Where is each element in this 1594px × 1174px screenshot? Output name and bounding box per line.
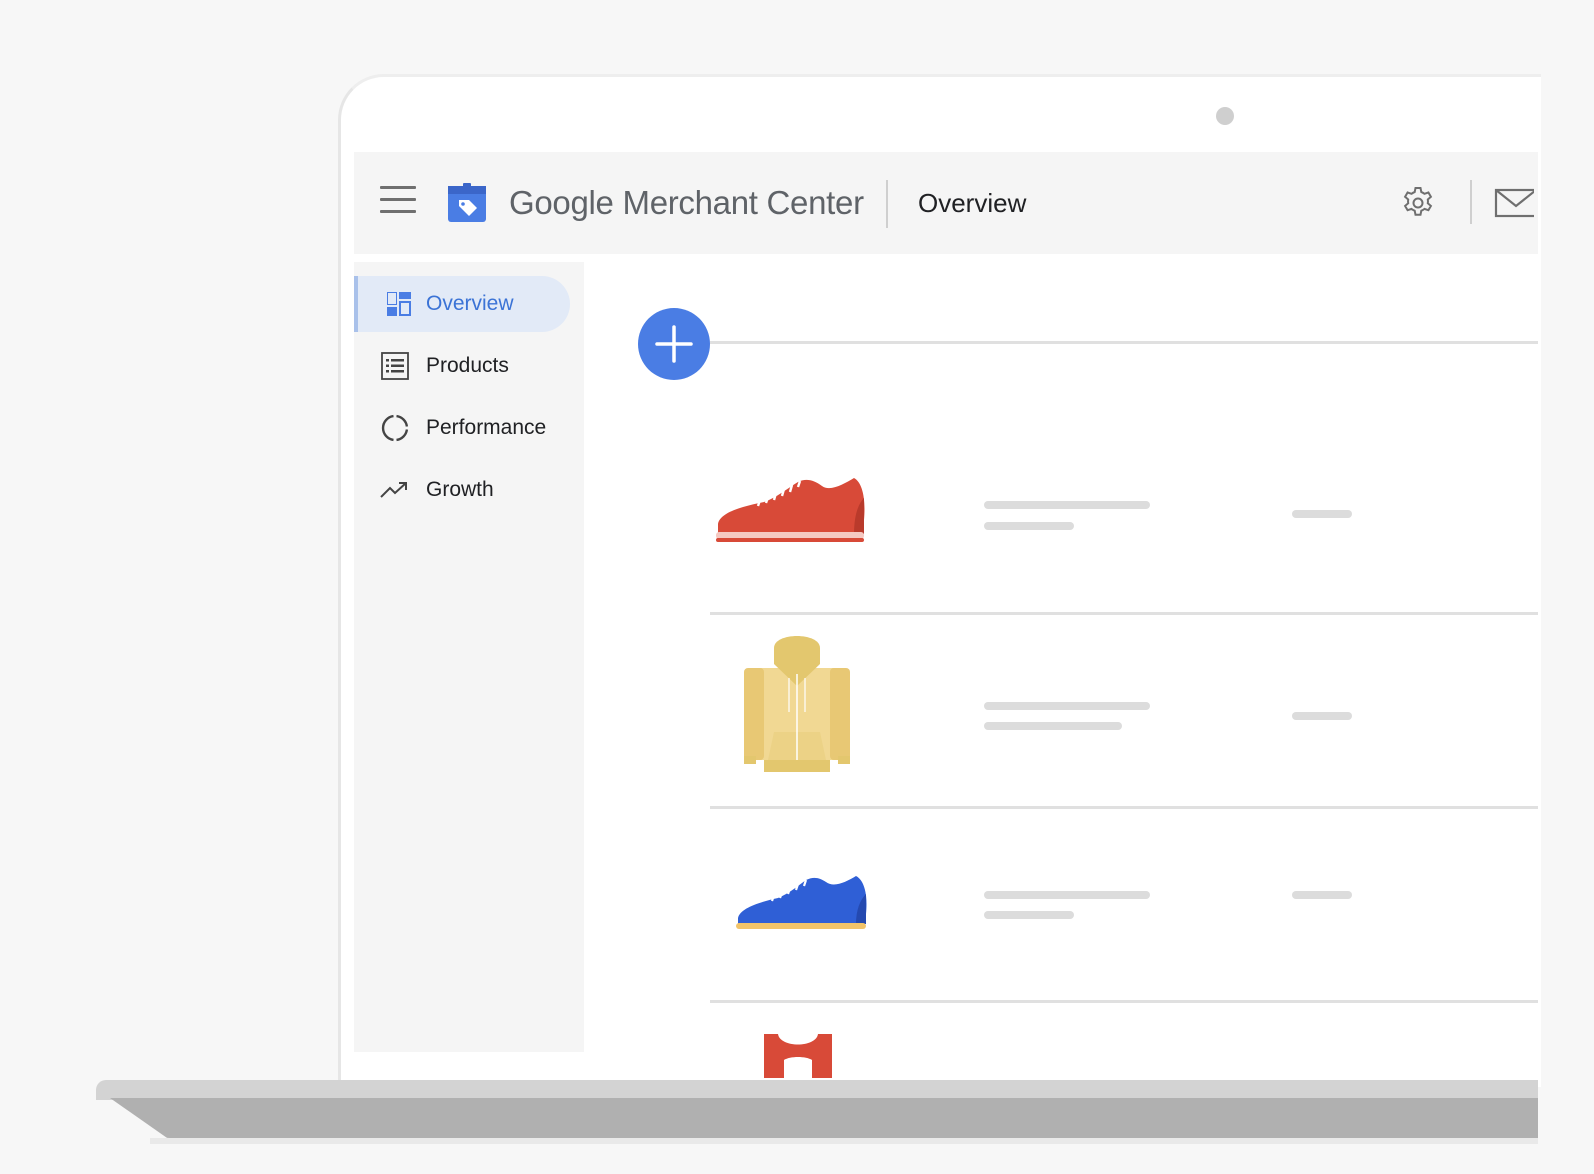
product-subtitle-placeholder	[984, 522, 1074, 530]
trending-up-icon	[380, 482, 407, 498]
sidebar-nav: Overview Products Performance Growth	[354, 262, 584, 1052]
blue-sneaker-icon	[736, 876, 867, 929]
product-price-placeholder	[1292, 712, 1352, 720]
plus-icon	[655, 325, 693, 363]
sidebar-item-label: Overview	[426, 292, 514, 315]
yellow-hoodie-icon	[744, 636, 850, 772]
list-icon	[381, 352, 409, 380]
sidebar-item-label: Performance	[426, 416, 547, 439]
red-sneaker-icon	[716, 478, 865, 542]
sidebar-item-label: Products	[426, 354, 509, 377]
brand-name: Google Merchant Center	[509, 184, 864, 222]
row-divider	[710, 612, 1538, 615]
header-rule	[710, 341, 1538, 344]
app-header: Google Merchant Center Overview	[354, 152, 1538, 254]
hamburger-menu-icon[interactable]	[380, 186, 416, 216]
product-title-placeholder	[984, 501, 1150, 509]
product-title-placeholder	[984, 891, 1150, 899]
add-button[interactable]	[638, 308, 710, 380]
gear-icon[interactable]	[1400, 185, 1436, 221]
product-price-placeholder	[1292, 891, 1352, 899]
header-divider	[1470, 180, 1472, 224]
brand-product: Merchant Center	[622, 184, 865, 221]
product-subtitle-placeholder	[984, 911, 1074, 919]
sidebar-item-products[interactable]: Products	[354, 338, 570, 394]
merchant-center-logo-icon	[448, 183, 486, 222]
dashboard-icon	[387, 292, 411, 316]
sidebar-item-growth[interactable]: Growth	[354, 462, 570, 518]
page-title: Overview	[918, 188, 1027, 218]
row-divider	[710, 1000, 1538, 1003]
laptop-screen: Google Merchant Center Overview Overview…	[354, 152, 1538, 1078]
product-price-placeholder	[1292, 510, 1352, 518]
row-divider	[710, 806, 1538, 809]
brand-google: Google	[509, 184, 614, 221]
donut-icon	[381, 414, 409, 442]
laptop-floor-shadow	[150, 1138, 1538, 1144]
sidebar-item-label: Growth	[426, 478, 494, 501]
laptop-base	[96, 1080, 1538, 1100]
sidebar-item-overview[interactable]: Overview	[354, 276, 570, 332]
product-title-placeholder	[984, 702, 1150, 710]
sidebar-item-performance[interactable]: Performance	[354, 400, 570, 456]
webcam-icon	[1216, 107, 1234, 125]
laptop-base-shadow	[110, 1098, 1538, 1138]
product-subtitle-placeholder	[984, 722, 1122, 730]
red-tank-top-icon	[764, 1034, 832, 1078]
mail-icon[interactable]	[1494, 186, 1534, 218]
title-divider	[886, 180, 888, 228]
